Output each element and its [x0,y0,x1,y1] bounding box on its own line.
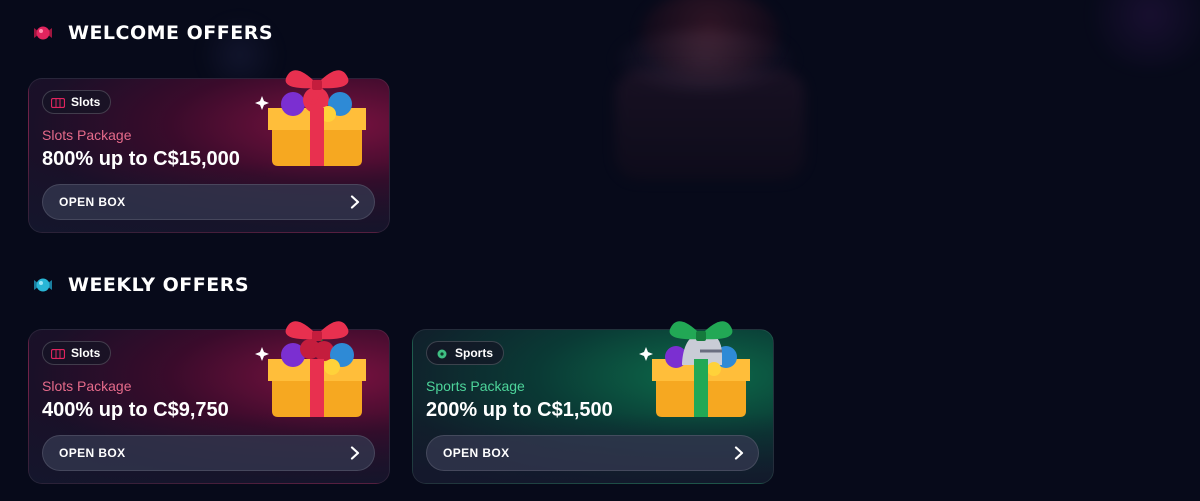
offer-card-slots-weekly[interactable]: Slots Slots Package 400% up to C$9,750 O… [28,321,390,484]
gift-box-icon: 7 [255,56,376,168]
candy-icon [30,20,56,46]
gift-box-icon [639,307,760,419]
bonus-amount: 400% up to C$9,750 [42,399,229,421]
weekly-offers-heading: WEEKLY OFFERS [30,272,249,298]
badge-label: Slots [71,346,101,360]
badge-label: Slots [71,95,101,109]
slot-machine-icon [50,97,66,109]
section-title: WEEKLY OFFERS [68,274,250,296]
package-name: Slots Package [42,378,132,394]
chevron-right-icon [350,195,360,209]
package-name: Sports Package [426,378,525,394]
section-title: WELCOME OFFERS [68,22,274,44]
category-badge: Slots [42,341,112,365]
open-box-button[interactable]: OPEN BOX [42,184,375,220]
candy-icon [30,272,56,298]
background-cupcake [615,70,805,180]
soccer-ball-icon [435,348,449,359]
background-glow [1080,0,1200,70]
package-name: Slots Package [42,127,132,143]
offer-card-slots-welcome[interactable]: Slots Slots Package 800% up to C$15,000 … [28,70,390,233]
open-box-button[interactable]: OPEN BOX [426,435,759,471]
gift-box-icon [255,307,376,419]
offer-card-sports-weekly[interactable]: Sports Sports Package 200% up to C$1,500… [412,321,774,484]
slot-machine-icon [50,348,66,360]
chevron-right-icon [734,446,744,460]
category-badge: Sports [426,341,505,365]
category-badge: Slots [42,90,112,114]
open-box-label: OPEN BOX [443,446,510,460]
chevron-right-icon [350,446,360,460]
bonus-amount: 200% up to C$1,500 [426,399,613,421]
badge-label: Sports [455,346,494,360]
open-box-label: OPEN BOX [59,195,126,209]
bonus-amount: 800% up to C$15,000 [42,148,240,170]
welcome-offers-heading: WELCOME OFFERS [30,20,273,46]
open-box-label: OPEN BOX [59,446,126,460]
open-box-button[interactable]: OPEN BOX [42,435,375,471]
